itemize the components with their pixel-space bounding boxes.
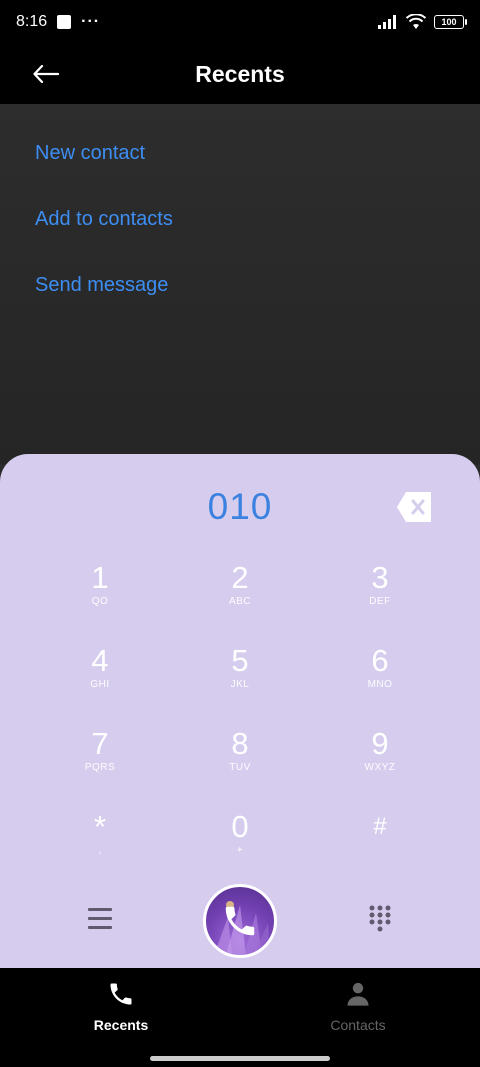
key-7[interactable]: 7 PQRS — [40, 726, 160, 800]
key-letters: JKL — [230, 679, 250, 690]
key-0[interactable]: 0 + — [180, 809, 300, 883]
header: Recents — [0, 44, 480, 104]
battery-icon: 100 — [434, 15, 467, 29]
key-letters: , — [98, 845, 102, 856]
key-letters: GHI — [90, 679, 110, 690]
action-menu: New contact Add to contacts Send message — [0, 104, 480, 464]
key-letters: ABC — [228, 596, 252, 607]
more-notifications-icon: ··· — [81, 13, 101, 30]
key-letters: + — [236, 845, 244, 856]
phone-icon — [225, 906, 255, 936]
home-indicator[interactable] — [150, 1056, 330, 1061]
key-3[interactable]: 3 DEF — [320, 560, 440, 634]
key-2[interactable]: 2 ABC — [180, 560, 300, 634]
tab-contacts[interactable]: Contacts — [298, 980, 418, 1033]
key-digit: * — [93, 809, 107, 844]
key-hash[interactable]: # — [320, 809, 440, 883]
key-1[interactable]: 1 QO — [40, 560, 160, 634]
contact-person-icon — [347, 982, 369, 1006]
send-message-option[interactable]: Send message — [35, 274, 168, 297]
key-digit: 8 — [231, 726, 249, 761]
back-arrow-icon — [33, 65, 59, 83]
key-6[interactable]: 6 MNO — [320, 643, 440, 717]
key-star[interactable]: * , — [40, 809, 160, 883]
key-letters: QO — [91, 596, 109, 607]
key-digit: 7 — [91, 726, 109, 761]
new-contact-option[interactable]: New contact — [35, 142, 145, 165]
key-digit: 5 — [231, 643, 249, 678]
notification-icon — [57, 15, 72, 29]
key-letters: MNO — [367, 679, 393, 690]
key-digit: 2 — [231, 560, 249, 595]
key-8[interactable]: 8 TUV — [180, 726, 300, 800]
keypad-icon[interactable] — [368, 904, 392, 934]
key-letters: PQRS — [84, 762, 116, 773]
menu-icon[interactable] — [88, 908, 112, 930]
wifi-icon — [406, 14, 426, 29]
tab-recents[interactable]: Recents — [61, 980, 181, 1033]
page-title: Recents — [195, 60, 285, 87]
key-digit: # — [373, 813, 387, 840]
tab-label: Contacts — [330, 1017, 386, 1033]
key-digit: 1 — [91, 560, 109, 595]
key-digit: 6 — [371, 643, 389, 678]
key-digit: 0 — [231, 809, 249, 844]
key-9[interactable]: 9 WXYZ — [320, 726, 440, 800]
key-letters: WXYZ — [364, 762, 396, 773]
key-letters: TUV — [229, 762, 251, 773]
status-time: 8:16 — [16, 13, 48, 30]
backspace-icon[interactable] — [396, 490, 432, 524]
dialer-panel: 010 1 QO 2 ABC 3 DEF 4 GHI 5 JKL 6 MNO 7… — [0, 454, 480, 968]
key-4[interactable]: 4 GHI — [40, 643, 160, 717]
signal-icon — [378, 15, 396, 29]
key-digit: 4 — [91, 643, 109, 678]
battery-level: 100 — [441, 17, 457, 27]
tab-label: Recents — [93, 1017, 149, 1033]
dialer-controls — [0, 882, 480, 960]
key-digit: 3 — [371, 560, 389, 595]
add-to-contacts-option[interactable]: Add to contacts — [35, 208, 173, 231]
key-5[interactable]: 5 JKL — [180, 643, 300, 717]
call-button[interactable] — [203, 884, 277, 958]
key-letters: DEF — [369, 596, 391, 607]
back-button[interactable] — [28, 56, 64, 92]
bottom-nav: Recents Contacts — [0, 968, 480, 1067]
status-bar: 8:16 ··· 100 — [0, 0, 480, 44]
key-digit: 9 — [371, 726, 389, 761]
phone-icon — [110, 983, 132, 1005]
